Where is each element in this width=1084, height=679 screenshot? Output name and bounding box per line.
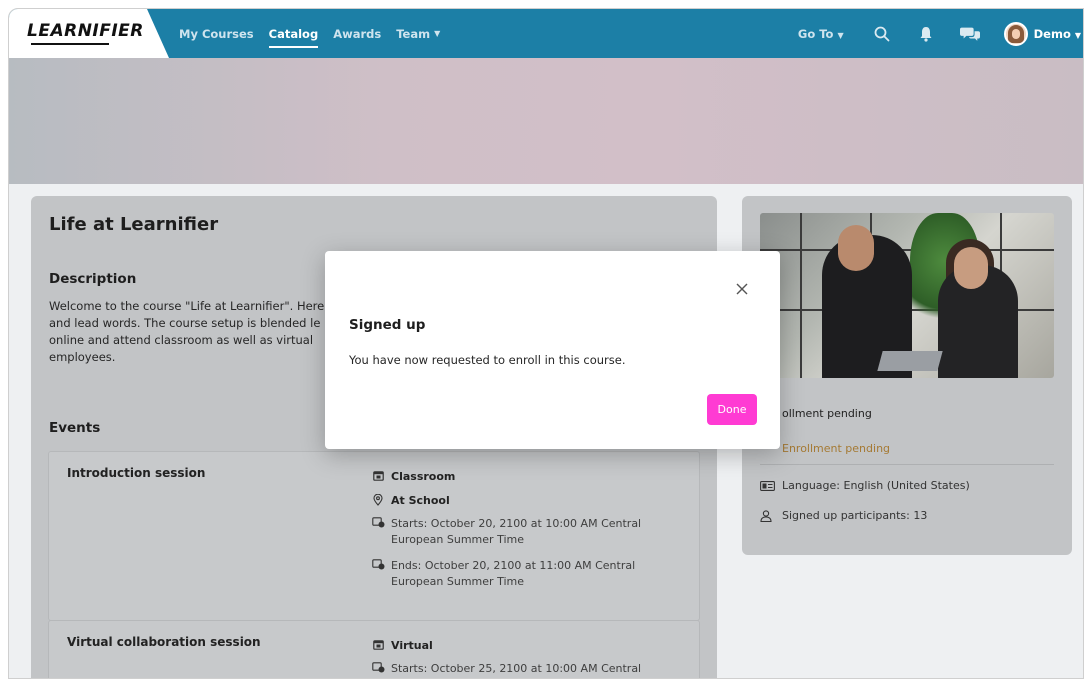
done-button[interactable]: Done bbox=[707, 394, 757, 425]
dialog-title: Signed up bbox=[349, 317, 426, 333]
dialog-message: You have now requested to enroll in this… bbox=[349, 353, 626, 367]
app-window: LEARNIFIER My Courses Catalog Awards Tea… bbox=[8, 8, 1084, 679]
close-icon bbox=[736, 283, 748, 295]
close-button[interactable] bbox=[732, 279, 752, 299]
signup-dialog: Signed up You have now requested to enro… bbox=[325, 251, 780, 449]
